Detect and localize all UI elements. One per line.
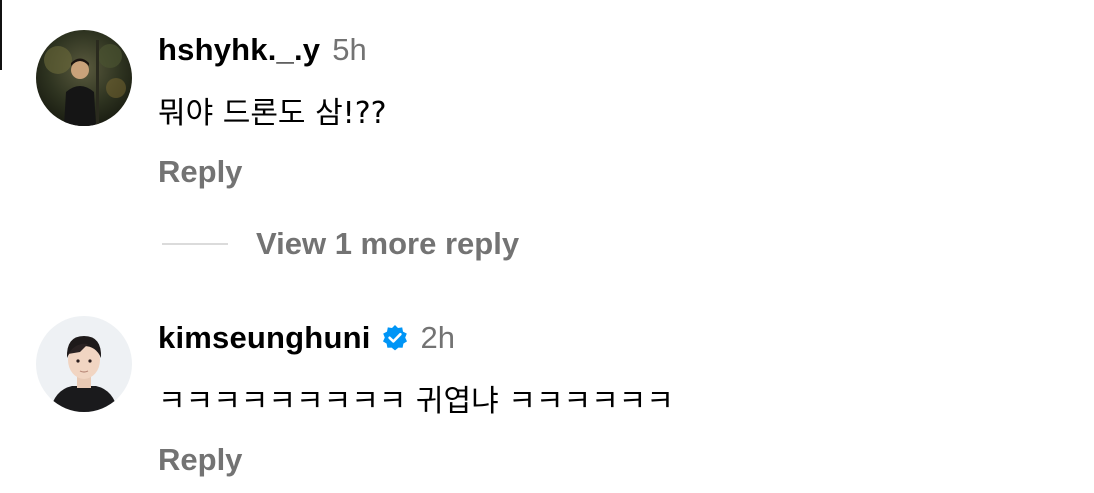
view-more-replies-button[interactable]: View 1 more reply — [162, 226, 519, 262]
comment-header: hshyhk._.y 5h — [158, 32, 367, 68]
avatar[interactable] — [36, 30, 132, 126]
reply-button[interactable]: Reply — [158, 442, 242, 478]
comment-header: kimseunghuni 2h — [158, 320, 455, 356]
verified-badge-icon — [381, 324, 409, 352]
comment-time: 2h — [420, 320, 456, 355]
comment-text: ㅋㅋㅋㅋㅋㅋㅋㅋㅋ 귀엽냐 ㅋㅋㅋㅋㅋㅋ — [158, 384, 674, 419]
username[interactable]: hshyhk._.y — [158, 32, 320, 68]
reply-button[interactable]: Reply — [158, 154, 242, 190]
user-avatar-photo-icon — [36, 316, 132, 412]
comment-text: 뭐야 드론도 삼!?? — [158, 96, 387, 131]
user-avatar-photo-icon — [36, 30, 132, 126]
username[interactable]: kimseunghuni — [158, 320, 371, 356]
comment-time: 5h — [332, 32, 367, 67]
reply-thread-line — [162, 243, 228, 245]
avatar[interactable] — [36, 316, 132, 412]
view-more-replies-label: View 1 more reply — [256, 226, 520, 261]
left-edge-line — [0, 0, 2, 70]
